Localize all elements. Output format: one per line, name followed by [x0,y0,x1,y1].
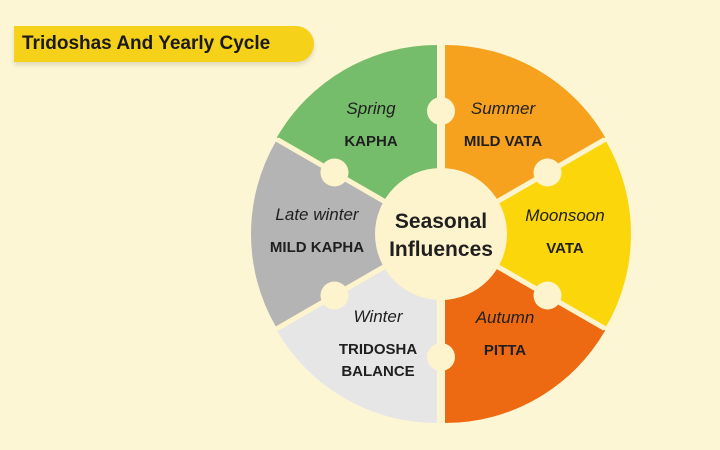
season-label-spring: Spring [346,99,396,118]
dosha-label-autumn: PITTA [484,342,526,359]
dosha-label-summer: MILD VATA [464,133,542,150]
season-label-autumn: Autumn [475,308,535,327]
season-label-monsoon: Moonsoon [525,206,604,225]
dosha-label-winter: BALANCE [341,363,414,380]
center-label-line2: Influences [389,238,493,261]
connector-knob [320,281,349,310]
center-hub: Seasonal Influences [375,168,507,300]
season-label-winter: Winter [354,307,404,326]
connector-knob [320,158,349,187]
center-label-line1: Seasonal [395,210,487,233]
dosha-label-winter: TRIDOSHA [339,341,418,358]
season-label-summer: Summer [471,99,537,118]
connector-knob [533,281,562,310]
seasonal-wheel-diagram: Summer MILD VATA Moonsoon VATA Autumn PITTA Wi… [251,45,632,423]
center-circle [375,168,507,300]
connector-knob [427,97,455,125]
dosha-label-monsoon: VATA [546,240,584,257]
connector-knob [427,343,455,371]
season-label-late-winter: Late winter [275,205,359,224]
dosha-label-late-winter: MILD KAPHA [270,239,364,256]
connector-knob [533,158,562,187]
dosha-label-spring: KAPHA [344,133,398,150]
